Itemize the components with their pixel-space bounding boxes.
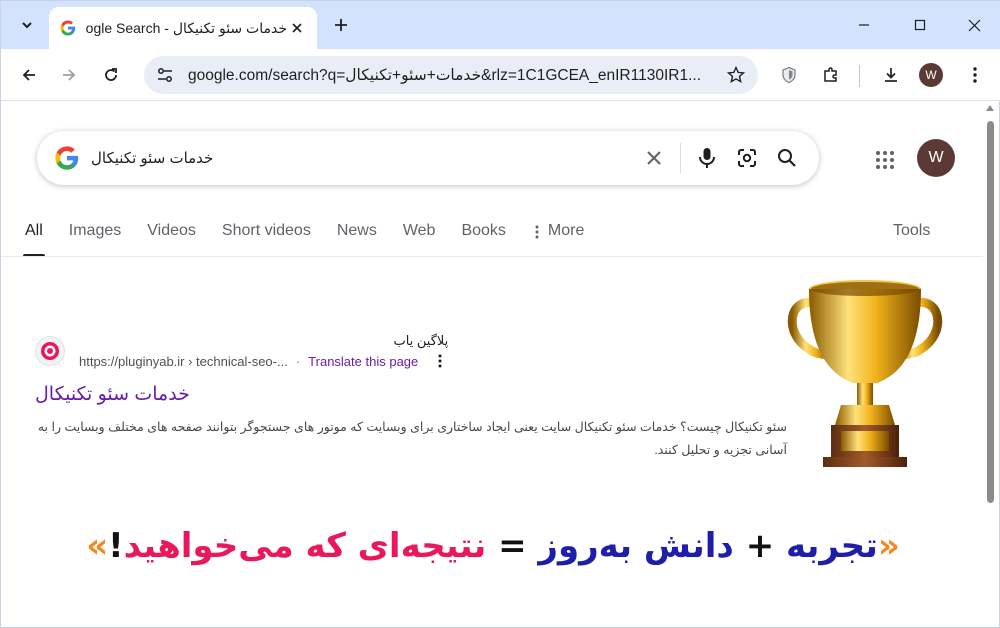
close-icon <box>292 23 302 33</box>
search-tabs: All Images Videos Short videos News Web … <box>23 219 955 257</box>
tab-more-label: More <box>547 222 585 239</box>
scroll-thumb[interactable] <box>987 121 994 503</box>
page-scrollbar[interactable] <box>983 101 997 627</box>
lens-search-button[interactable] <box>727 138 767 178</box>
toolbar-divider <box>859 65 860 87</box>
tab-web[interactable]: Web <box>403 219 436 257</box>
site-name: پلاگین یاب <box>393 333 449 348</box>
microphone-icon <box>699 148 715 168</box>
tab-more[interactable]: More <box>532 219 584 257</box>
google-logo-icon <box>55 146 79 170</box>
minimize-icon <box>859 24 869 26</box>
shield-icon <box>782 66 796 84</box>
arrow-right-icon <box>63 69 76 81</box>
apps-grid-icon <box>876 151 894 169</box>
camera-icon <box>738 149 756 167</box>
arrow-left-icon <box>22 69 35 81</box>
browser-menu-button[interactable] <box>959 59 991 91</box>
trophy-icon <box>787 280 943 467</box>
google-favicon-icon <box>60 20 76 36</box>
slogan-knowledge: دانش به‌روز <box>538 526 734 566</box>
slogan-exclaim: ! <box>108 526 124 566</box>
result-url: https://pluginyab.ir › technical-seo-... <box>79 353 288 369</box>
scroll-up-arrow[interactable] <box>986 105 994 111</box>
maximize-button[interactable] <box>905 11 935 39</box>
tab-close-button[interactable] <box>287 18 307 38</box>
browser-window: خدمات سئو تکنیکال - Google Search <box>0 0 1000 628</box>
browser-toolbar: google.com/search?q=خدمات+سئو+تکنیکال&rl… <box>1 49 1000 101</box>
reload-icon <box>105 68 117 81</box>
search-results-page: خدمات سئو تکنیکال W All Images Videos Sh… <box>1 101 985 627</box>
close-icon <box>968 19 980 31</box>
slogan-plus: + <box>745 526 775 566</box>
reload-button[interactable] <box>95 59 127 91</box>
slogan-close-quote: » <box>86 526 109 566</box>
tab-title: خدمات سئو تکنیکال - Google Search <box>85 19 287 36</box>
search-divider <box>680 143 681 173</box>
extensions-button[interactable] <box>815 59 847 91</box>
address-bar[interactable]: google.com/search?q=خدمات+سئو+تکنیکال&rl… <box>144 56 758 94</box>
tab-news[interactable]: News <box>337 219 377 257</box>
kebab-menu-icon <box>535 225 539 239</box>
kebab-menu-icon <box>973 67 977 83</box>
close-window-button[interactable] <box>959 11 989 39</box>
kebab-menu-icon <box>438 354 442 368</box>
back-button[interactable] <box>13 59 45 91</box>
result-options-button[interactable] <box>432 353 448 369</box>
url-text: google.com/search?q=خدمات+سئو+تکنیکال&rl… <box>188 66 701 84</box>
slogan-equals: = <box>498 526 527 566</box>
search-query-text[interactable]: خدمات سئو تکنیکال <box>81 149 634 167</box>
slogan-experience: تجربه <box>786 526 878 566</box>
translate-link[interactable]: Translate this page <box>308 354 418 369</box>
url-separator: · <box>295 353 301 369</box>
google-apps-button[interactable] <box>871 146 899 174</box>
tab-books[interactable]: Books <box>461 219 505 257</box>
slogan-open-quote: « <box>877 526 900 566</box>
tab-search-button[interactable] <box>11 9 43 41</box>
tab-all[interactable]: All <box>23 219 45 257</box>
voice-search-button[interactable] <box>687 138 727 178</box>
tools-button[interactable]: Tools <box>893 222 930 240</box>
flower-logo-icon <box>41 342 59 360</box>
new-tab-button[interactable] <box>327 11 355 39</box>
search-icon <box>778 149 796 167</box>
puzzle-icon <box>824 67 837 82</box>
bookmark-button[interactable] <box>720 59 752 91</box>
search-submit-button[interactable] <box>767 138 807 178</box>
profile-avatar[interactable]: W <box>919 63 943 87</box>
result-site-row[interactable]: پلاگین یاب https://pluginyab.ir › techni… <box>35 333 795 369</box>
result-snippet: سئو تکنیکال چیست؟ خدمات سئو تکنیکال سایت… <box>37 420 787 457</box>
tab-images[interactable]: Images <box>69 219 121 257</box>
site-info-button[interactable] <box>152 62 178 88</box>
result-title-link[interactable]: خدمات سئو تکنیکال <box>35 383 795 406</box>
plus-icon <box>335 19 347 31</box>
site-favicon <box>35 336 65 366</box>
tab-short-videos[interactable]: Short videos <box>222 219 311 257</box>
chevron-down-icon <box>22 22 32 29</box>
maximize-icon <box>914 19 926 31</box>
download-icon <box>885 68 897 82</box>
site-text: پلاگین یاب https://pluginyab.ir › techni… <box>79 333 448 369</box>
promo-slogan: «تجربه + دانش به‌روز = نتیجه‌ای که می‌خو… <box>1 526 985 576</box>
tabs-divider <box>1 256 985 257</box>
forward-button[interactable] <box>53 59 85 91</box>
tune-icon <box>158 68 172 82</box>
star-icon <box>727 66 745 84</box>
clear-search-button[interactable] <box>634 138 674 178</box>
tab-strip: خدمات سئو تکنیکال - Google Search <box>1 1 1000 49</box>
extension-shield-button[interactable] <box>773 59 805 91</box>
site-url-line: https://pluginyab.ir › technical-seo-...… <box>79 353 448 369</box>
slogan-result: نتیجه‌ای که می‌خواهید <box>123 526 487 566</box>
search-result: پلاگین یاب https://pluginyab.ir › techni… <box>35 333 795 462</box>
downloads-button[interactable] <box>875 59 907 91</box>
tab-videos[interactable]: Videos <box>147 219 196 257</box>
browser-tab[interactable]: خدمات سئو تکنیکال - Google Search <box>49 7 317 49</box>
close-icon <box>647 151 661 165</box>
google-account-avatar[interactable]: W <box>917 139 955 177</box>
minimize-button[interactable] <box>849 11 879 39</box>
search-box[interactable]: خدمات سئو تکنیکال <box>37 131 819 185</box>
